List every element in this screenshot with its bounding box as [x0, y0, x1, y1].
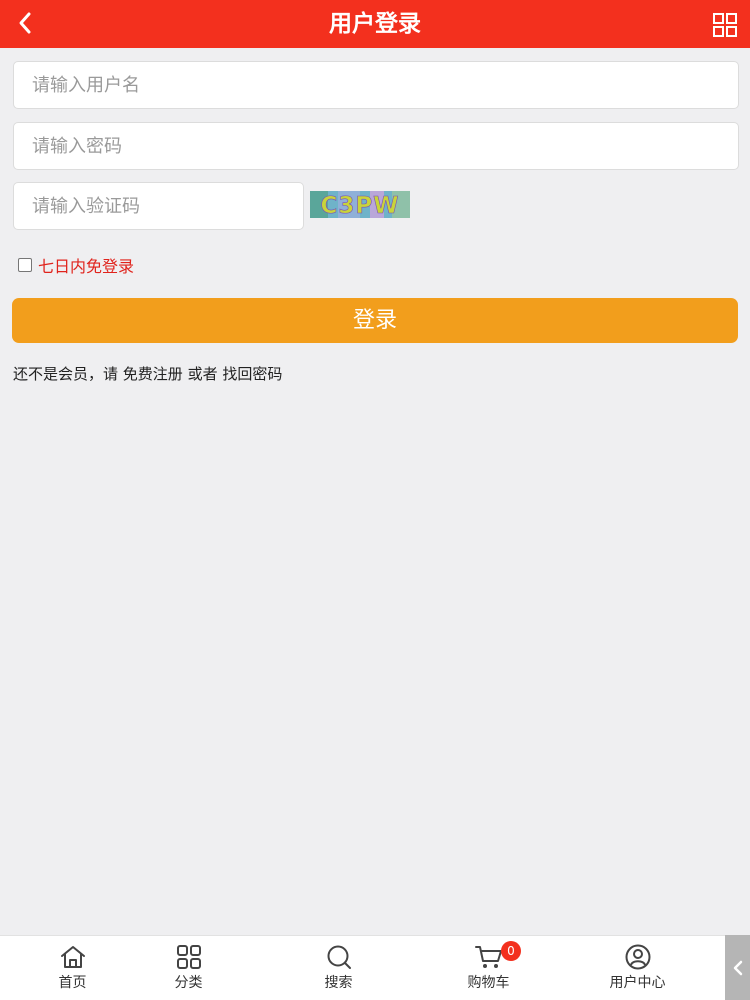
recover-password-link[interactable]: 找回密码 [222, 365, 282, 383]
side-collapse-tab[interactable] [725, 935, 750, 1000]
password-input[interactable] [13, 122, 739, 170]
cart-count-badge: 0 [501, 941, 521, 961]
register-link[interactable]: 免费注册 [123, 365, 183, 383]
menu-button[interactable] [710, 10, 740, 40]
cart-icon [474, 946, 502, 968]
chevron-left-icon [733, 960, 742, 975]
captcha-input[interactable] [13, 182, 304, 230]
tab-label: 分类 [174, 975, 203, 991]
tab-cart[interactable]: 0 购物车 [416, 936, 561, 1000]
or-text: 或者 [187, 365, 218, 383]
page-title: 用户登录 [329, 11, 421, 37]
username-input[interactable] [13, 61, 739, 109]
captcha-image[interactable]: C3PW [310, 191, 410, 218]
tab-category[interactable]: 分类 [116, 936, 261, 1000]
grid-icon [713, 13, 737, 37]
remember-checkbox[interactable]: 七日内免登录 [18, 255, 135, 276]
tab-search[interactable]: 搜索 [266, 936, 411, 1000]
register-prefix: 还不是会员，请 [13, 365, 119, 383]
home-icon [60, 946, 85, 968]
tab-label: 用户中心 [609, 975, 666, 991]
tab-user-center[interactable]: 用户中心 [565, 936, 710, 1000]
user-icon [625, 944, 650, 970]
captcha-text: C3PW [320, 193, 399, 218]
chevron-left-icon [19, 12, 31, 34]
tab-label: 购物车 [467, 975, 510, 991]
register-prompt: 还不是会员，请 免费注册 或者 找回密码 [13, 364, 282, 384]
login-button[interactable]: 登录 [12, 298, 738, 343]
top-nav-bar: 用户登录 [0, 0, 750, 48]
back-button[interactable] [8, 6, 42, 40]
search-icon [327, 945, 351, 969]
tab-label: 搜索 [324, 975, 353, 991]
checkbox-box[interactable] [18, 258, 32, 272]
remember-label: 七日内免登录 [38, 257, 135, 276]
bottom-tab-bar: 首页 分类 搜索 0 购物车 用户中心 [0, 935, 725, 1000]
category-grid-icon [176, 945, 201, 969]
